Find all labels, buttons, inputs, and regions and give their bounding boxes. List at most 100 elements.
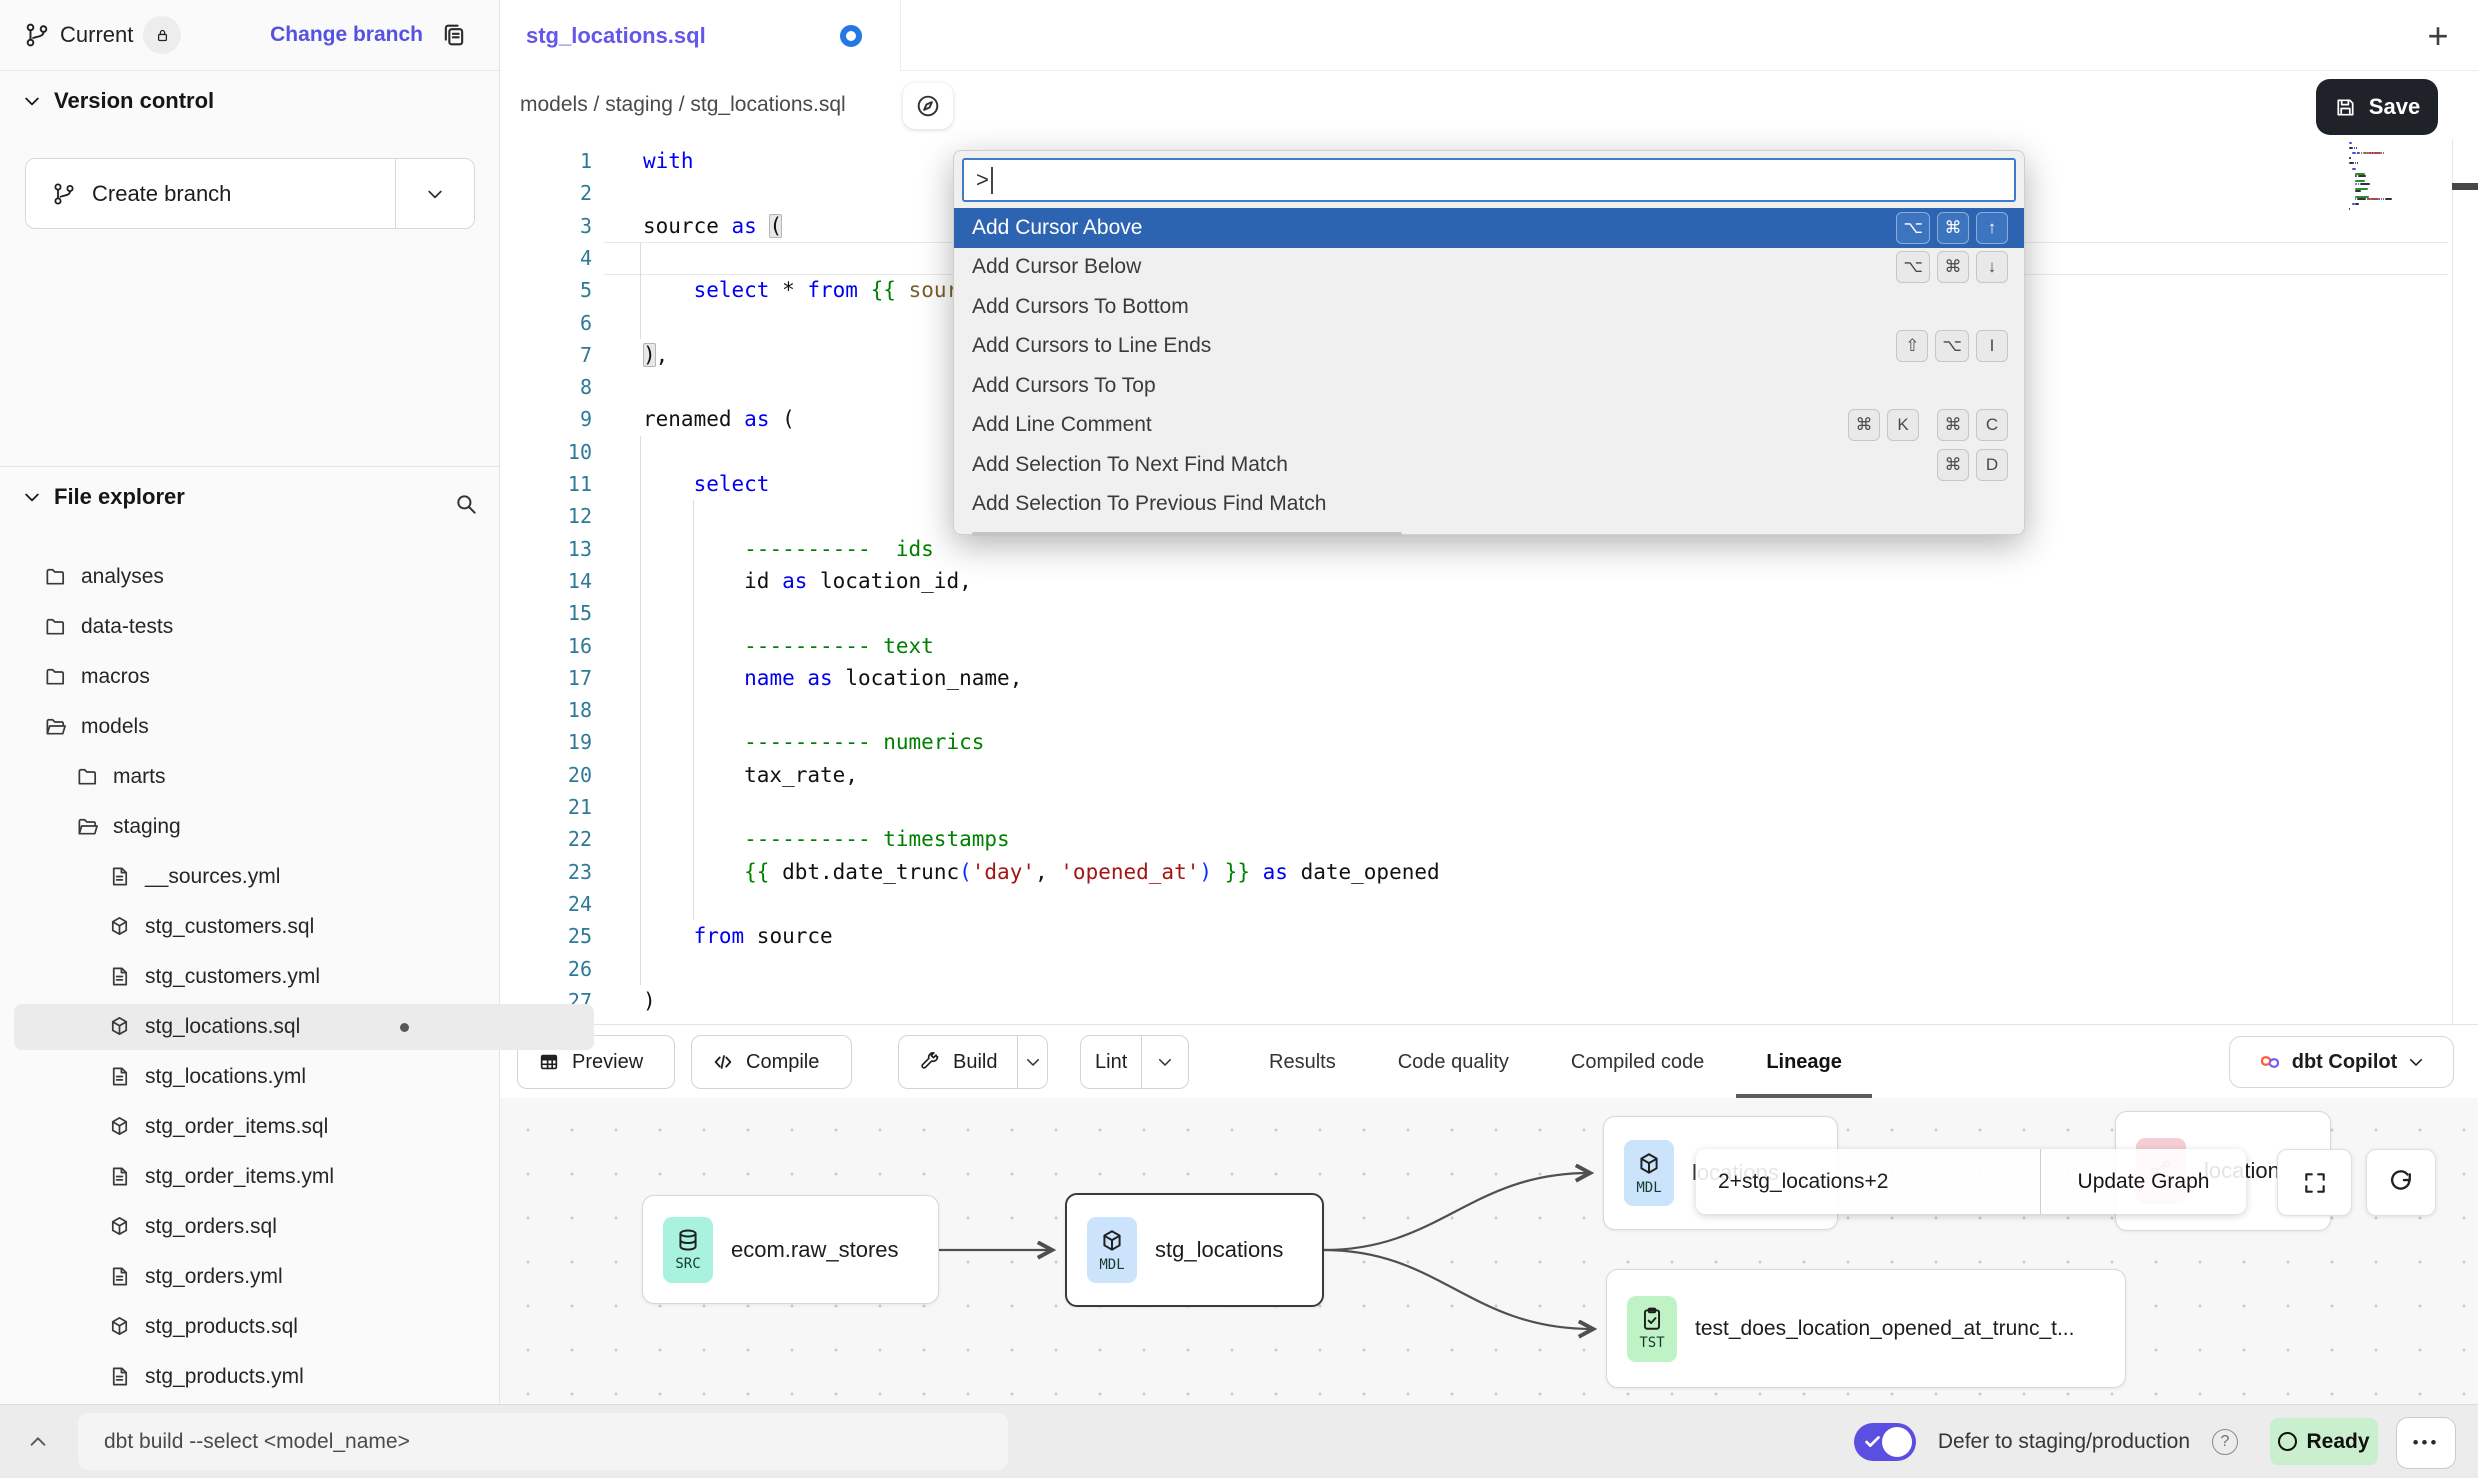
panel-tabs: Results Code quality Compiled code Lineage bbox=[1269, 1025, 1842, 1099]
panel-tab-results[interactable]: Results bbox=[1269, 1025, 1336, 1099]
more-options-button[interactable]: ••• bbox=[2396, 1417, 2456, 1469]
folder-open-icon bbox=[44, 715, 68, 739]
help-icon[interactable]: ? bbox=[2212, 1429, 2238, 1455]
dbt-copilot-button[interactable]: dbt Copilot bbox=[2229, 1036, 2454, 1088]
build-button[interactable]: Build bbox=[898, 1035, 1048, 1089]
command-palette: > Add Cursor Above⌥⌘↑Add Cursor Below⌥⌘↓… bbox=[953, 150, 2025, 535]
expand-command-bar-button[interactable] bbox=[22, 1427, 54, 1457]
save-button[interactable]: Save bbox=[2316, 79, 2438, 135]
chevron-down-icon bbox=[22, 91, 42, 111]
file-item-staging[interactable]: staging bbox=[0, 802, 576, 852]
file-item-models[interactable]: models bbox=[0, 702, 544, 752]
key-⌥: ⌥ bbox=[1896, 212, 1930, 244]
cli-command-input[interactable]: dbt build --select <model_name> bbox=[78, 1413, 1008, 1470]
change-branch-link[interactable]: Change branch bbox=[270, 0, 423, 70]
ready-status-button[interactable]: Ready bbox=[2270, 1418, 2378, 1465]
file-name: marts bbox=[113, 765, 166, 789]
file-item-macros[interactable]: macros bbox=[0, 652, 544, 702]
check-icon bbox=[1862, 1431, 1884, 1453]
sidebar: Current Change branch Version control Cr… bbox=[0, 0, 500, 1404]
command-item-add-selection-to-previous-find-match[interactable]: Add Selection To Previous Find Match bbox=[954, 485, 2024, 525]
current-branch[interactable]: Current bbox=[24, 0, 181, 70]
line-number: 10 bbox=[500, 436, 592, 469]
file-explorer-section[interactable]: File explorer bbox=[22, 484, 185, 510]
key-D: D bbox=[1976, 449, 2008, 481]
file-item-stg-customers-sql[interactable]: stg_customers.sql bbox=[0, 902, 608, 952]
key-⌥: ⌥ bbox=[1935, 330, 1969, 362]
branch-lock-badge bbox=[143, 16, 181, 54]
toggle-knob bbox=[1882, 1427, 1912, 1457]
command-item-add-cursors-to-line-ends[interactable]: Add Cursors to Line Ends⇧⌥I bbox=[954, 327, 2024, 367]
code-line-13: ---------- ids bbox=[643, 533, 934, 566]
model-cube-icon bbox=[108, 1015, 132, 1039]
file-search-button[interactable] bbox=[448, 486, 484, 522]
breadcrumb: models / staging / stg_locations.sql bbox=[520, 71, 846, 139]
fullscreen-button[interactable] bbox=[2277, 1149, 2352, 1216]
lint-button[interactable]: Lint bbox=[1080, 1035, 1189, 1089]
create-branch-dropdown[interactable] bbox=[395, 159, 474, 228]
key-⇧: ⇧ bbox=[1896, 330, 1928, 362]
tab-stg-locations-sql[interactable]: stg_locations.sql bbox=[500, 0, 901, 71]
file-doc-icon bbox=[108, 1365, 132, 1389]
defer-control: Defer to staging/production ? bbox=[1854, 1405, 2238, 1479]
unsaved-indicator-dot bbox=[840, 25, 862, 47]
copy-branch-button[interactable] bbox=[437, 18, 471, 52]
current-branch-label: Current bbox=[60, 22, 133, 48]
file-name: data-tests bbox=[81, 615, 173, 639]
file-item-stg-locations-sql[interactable]: stg_locations.sql bbox=[0, 1002, 608, 1052]
model-cube-icon bbox=[108, 1315, 132, 1339]
command-palette-input[interactable]: > bbox=[962, 158, 2016, 202]
update-graph-button[interactable]: Update Graph bbox=[2041, 1149, 2246, 1214]
lint-dropdown[interactable] bbox=[1141, 1036, 1188, 1088]
command-item-add-selection-to-next-find-match[interactable]: Add Selection To Next Find Match⌘D bbox=[954, 445, 2024, 485]
command-item-clipped bbox=[954, 524, 2024, 536]
version-control-section[interactable]: Version control bbox=[22, 88, 214, 114]
file-name: stg_locations.sql bbox=[145, 1015, 300, 1039]
node-label: ecom.raw_stores bbox=[731, 1237, 899, 1263]
create-branch-button[interactable]: Create branch bbox=[25, 158, 475, 229]
command-item-add-cursor-below[interactable]: Add Cursor Below⌥⌘↓ bbox=[954, 248, 2024, 288]
file-item-stg-locations-yml[interactable]: stg_locations.yml bbox=[0, 1052, 608, 1102]
panel-tab-lineage[interactable]: Lineage bbox=[1766, 1025, 1842, 1099]
folder-icon bbox=[44, 615, 68, 639]
copilot-icon bbox=[2258, 1050, 2282, 1074]
refresh-button[interactable] bbox=[2366, 1149, 2436, 1216]
chevron-down-icon bbox=[22, 487, 42, 507]
file-name: stg_locations.yml bbox=[145, 1065, 306, 1089]
lineage-canvas[interactable]: MDL locations locations SRC ecom.raw_sto… bbox=[500, 1098, 2478, 1404]
lock-icon bbox=[154, 27, 171, 44]
command-item-add-cursors-to-top[interactable]: Add Cursors To Top bbox=[954, 366, 2024, 406]
navigate-button[interactable] bbox=[903, 83, 953, 129]
defer-toggle[interactable] bbox=[1854, 1423, 1916, 1461]
lineage-node-source[interactable]: SRC ecom.raw_stores bbox=[642, 1195, 939, 1304]
minimap[interactable] bbox=[2349, 142, 2405, 214]
compile-button[interactable]: Compile bbox=[691, 1035, 852, 1089]
model-badge: MDL bbox=[1087, 1217, 1137, 1283]
file-item--sources-yml[interactable]: __sources.yml bbox=[0, 852, 608, 902]
line-number: 7 bbox=[500, 339, 592, 372]
file-item-stg-customers-yml[interactable]: stg_customers.yml bbox=[0, 952, 608, 1002]
command-item-add-cursors-to-bottom[interactable]: Add Cursors To Bottom bbox=[954, 287, 2024, 327]
status-bar: dbt build --select <model_name> Defer to… bbox=[0, 1404, 2478, 1478]
panel-tab-code-quality[interactable]: Code quality bbox=[1398, 1025, 1509, 1099]
line-number: 1 bbox=[500, 145, 592, 178]
lineage-node-test[interactable]: TST test_does_location_opened_at_trunc_t… bbox=[1606, 1269, 2126, 1388]
build-dropdown[interactable] bbox=[1017, 1036, 1047, 1088]
copy-icon bbox=[440, 21, 468, 49]
panel-tab-compiled-code[interactable]: Compiled code bbox=[1571, 1025, 1704, 1099]
file-item-marts[interactable]: marts bbox=[0, 752, 576, 802]
code-line-22: ---------- timestamps bbox=[643, 823, 1010, 856]
fullscreen-icon bbox=[2302, 1170, 2328, 1196]
lineage-node-model[interactable]: MDL stg_locations bbox=[1065, 1193, 1324, 1307]
text-cursor bbox=[991, 167, 993, 194]
database-icon bbox=[675, 1227, 701, 1253]
command-item-add-cursor-above[interactable]: Add Cursor Above⌥⌘↑ bbox=[954, 208, 2024, 248]
new-tab-button[interactable]: + bbox=[2416, 14, 2460, 58]
lineage-selector-input[interactable]: 2+stg_locations+2 bbox=[1696, 1149, 2041, 1214]
palette-query: > bbox=[976, 167, 989, 193]
file-item-data-tests[interactable]: data-tests bbox=[0, 602, 544, 652]
file-explorer-title: File explorer bbox=[54, 484, 185, 510]
file-item-analyses[interactable]: analyses bbox=[0, 552, 544, 602]
command-item-add-line-comment[interactable]: Add Line Comment⌘K⌘C bbox=[954, 406, 2024, 446]
status-circle-icon bbox=[2278, 1432, 2297, 1451]
